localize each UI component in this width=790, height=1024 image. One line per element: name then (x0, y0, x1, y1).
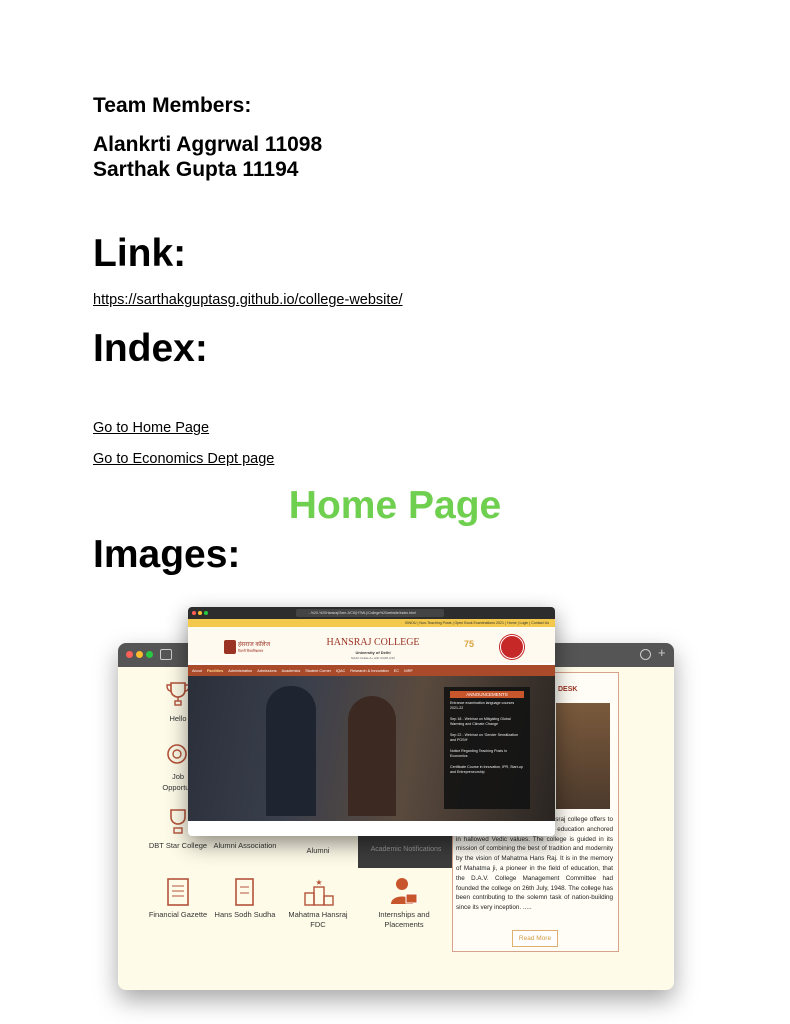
team-members-heading: Team Members: (93, 94, 252, 117)
close-dot-icon (126, 651, 133, 658)
index-heading: Index: (93, 327, 208, 370)
icon-label-alumni: Alumni (306, 846, 330, 855)
nav-item-ec[interactable]: EC (394, 669, 399, 673)
nav-item-student-corner[interactable]: Student Corner (305, 669, 331, 673)
sidebar-icon (160, 649, 172, 660)
logo-hindi-sub: दिल्ली विश्वविद्यालय (238, 649, 264, 653)
logo-hindi: हंसराज कॉलेज (238, 642, 271, 648)
home-page-title: Home Page (288, 484, 502, 527)
address-bar[interactable]: ...%20-%20Hansraj/Sem-3/CS(HTML)/College… (296, 609, 444, 617)
images-heading: Images: (93, 533, 241, 576)
front-browser-window: ...%20-%20Hansraj/Sem-3/CS(HTML)/College… (188, 607, 555, 836)
icon-label-fdc: Mahatma Hansraj FDC (288, 910, 348, 929)
nav-item-about[interactable]: About (192, 669, 202, 673)
top-links[interactable]: IGNOU | Non-Teaching Posts | Open Book E… (405, 621, 549, 625)
announcement-item[interactable]: Sep 18 - Webinar on Mitigating Global Wa… (450, 717, 524, 727)
college-name: HANSRAJ COLLEGE (326, 637, 420, 648)
nav-item-facilities[interactable]: Facilities (207, 669, 223, 673)
announcements-panel: ANNOUNCEMENTS Entrance examination langu… (444, 687, 530, 809)
podium-icon: ★ (304, 878, 334, 906)
icon-label-financial: Financial Gazette (148, 910, 208, 919)
main-nav: About Facilities Administration Admissio… (188, 665, 555, 676)
read-more-button[interactable]: Read More (512, 930, 558, 947)
minimize-dot-icon (198, 611, 202, 615)
icon-label-academic-notifications: Academic Notifications (370, 846, 442, 853)
download-icon (640, 649, 651, 660)
nav-item-nirf[interactable]: NIRF (404, 669, 413, 673)
nav-item-academics[interactable]: Academics (282, 669, 301, 673)
person-silhouette (266, 686, 316, 816)
top-link-bar: IGNOU | Non-Teaching Posts | Open Book E… (188, 619, 555, 627)
icon-label-dbt: DBT Star College (148, 841, 208, 850)
website-link[interactable]: https://sarthakguptasg.github.io/college… (93, 292, 403, 308)
team-member: Alankrti Aggrwal 11098 (93, 133, 323, 156)
site-header: हंसराज कॉलेज दिल्ली विश्वविद्यालय HANSRA… (188, 627, 555, 663)
announcements-title: ANNOUNCEMENTS (450, 691, 524, 698)
placement-person-icon (391, 878, 418, 904)
college-crest-icon (224, 640, 236, 654)
desk-title: DESK (558, 686, 578, 693)
nav-item-research[interactable]: Research & Innovation (350, 669, 388, 673)
star-trophy-icon (170, 809, 186, 834)
announcement-item[interactable]: Certificate Course in Innovation, IPR, S… (450, 765, 524, 775)
person-silhouette (348, 696, 396, 816)
zoom-dot-icon (204, 611, 208, 615)
icon-label-alumni-association: Alumni Association (213, 841, 277, 850)
svg-text:★: ★ (315, 878, 322, 887)
nav-item-admissions[interactable]: Admissions (257, 669, 276, 673)
browser-toolbar: ...%20-%20Hansraj/Sem-3/CS(HTML)/College… (188, 607, 555, 619)
naac-grade: NAAC Grade A+ with CGPA 3.62 (351, 656, 395, 660)
zoom-dot-icon (146, 651, 153, 658)
newspaper-icon (167, 878, 189, 906)
job-gear-icon (167, 744, 187, 764)
nav-item-administration[interactable]: Administration (228, 669, 252, 673)
announcement-item[interactable]: Entrance examination language courses 20… (450, 701, 524, 711)
close-dot-icon (192, 611, 196, 615)
notebook-icon (235, 878, 254, 906)
trophy-icon (166, 682, 190, 706)
dav-seal-icon (500, 635, 524, 659)
nav-item-iqac[interactable]: IQAC (336, 669, 345, 673)
new-tab-icon: + (658, 645, 666, 660)
announcement-item[interactable]: Sep 22 - Webinar on 'Gender Sensitizatio… (450, 733, 524, 743)
icon-label-hans-sodh: Hans Sodh Sudha (214, 910, 276, 919)
team-member: Sarthak Gupta 11194 (93, 158, 299, 181)
anniversary-75-icon: 75 (464, 639, 475, 649)
announcement-item[interactable]: Notice Regarding Teaching Posts in Econo… (450, 749, 524, 759)
principal-photo (556, 703, 610, 809)
economics-page-link[interactable]: Go to Economics Dept page (93, 451, 274, 467)
icon-label-internships: Internships and Placements (378, 910, 430, 929)
home-page-link[interactable]: Go to Home Page (93, 420, 209, 436)
minimize-dot-icon (136, 651, 143, 658)
university-name: University of Delhi (355, 650, 391, 655)
link-heading: Link: (93, 232, 187, 275)
